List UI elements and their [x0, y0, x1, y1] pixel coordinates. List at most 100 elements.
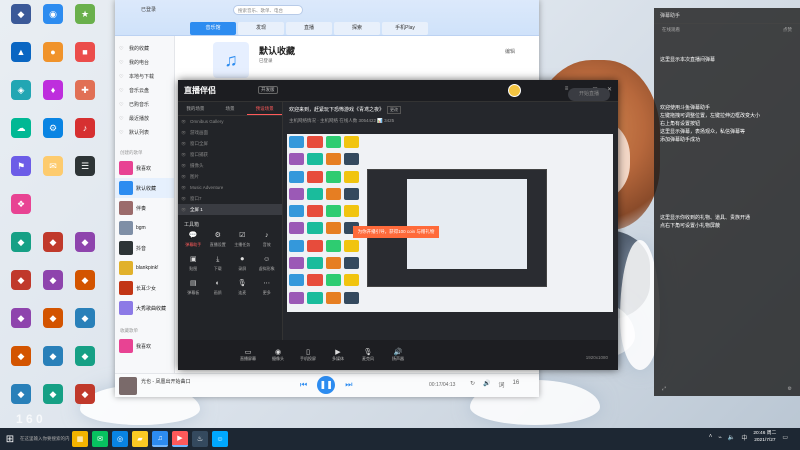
desktop-shortcut[interactable]: ● — [38, 42, 68, 76]
scene-tab[interactable]: 我的场景 — [178, 102, 213, 115]
source-button[interactable]: ▭ 直播屏幕 — [238, 348, 258, 362]
desktop-shortcut[interactable]: ⚙ — [38, 118, 68, 152]
tool-button[interactable]: ▣ 贴图 — [182, 254, 205, 276]
sidebar-item[interactable]: 本地与下载 — [115, 70, 174, 84]
stream-app-icon[interactable]: ▶ — [172, 431, 188, 447]
tool-button[interactable]: ⏺ 录屏 — [231, 254, 254, 276]
volume-icon[interactable]: 🔈 — [728, 434, 735, 441]
chevron-up-icon[interactable]: ˄ — [709, 434, 713, 440]
desktop-shortcut[interactable]: ★ — [70, 4, 100, 38]
desktop-shortcut[interactable]: ◆ — [6, 346, 36, 380]
scene-item[interactable]: 图片 — [178, 171, 282, 182]
edit-title-button[interactable]: 更改 — [387, 106, 402, 114]
source-button[interactable]: ◉ 摄像头 — [268, 348, 288, 362]
tool-button[interactable]: ⋯ 更多 — [256, 278, 279, 300]
playlist-item[interactable]: blankpink! — [115, 258, 174, 278]
desktop-shortcut[interactable]: ◈ — [6, 80, 36, 114]
user-name[interactable]: 已登录 — [141, 6, 156, 13]
desktop-shortcut[interactable]: ♪ — [70, 118, 100, 152]
source-button[interactable]: ▯ 手机投屏 — [298, 348, 318, 362]
desktop-shortcut[interactable]: ◆ — [70, 232, 100, 266]
start-live-button[interactable]: 开始直播 — [568, 88, 610, 101]
steam-icon[interactable]: ♨ — [192, 431, 208, 447]
ime-icon[interactable]: 中 — [741, 433, 747, 442]
next-icon[interactable]: ⏭ — [345, 380, 352, 390]
music-tab[interactable]: 手机Play — [382, 22, 428, 35]
desktop-shortcut[interactable]: ■ — [70, 42, 100, 76]
desktop-shortcut[interactable]: ⚑ — [6, 156, 36, 190]
playlist-item[interactable]: 伴奏 — [115, 198, 174, 218]
source-button[interactable]: 🎙 麦克风 — [358, 348, 378, 362]
desktop-shortcut[interactable]: ❖ — [6, 194, 36, 228]
desktop-shortcut[interactable]: ◆ — [38, 270, 68, 304]
desktop-shortcut[interactable]: ☁ — [6, 118, 36, 152]
music-tab[interactable]: 发现 — [238, 22, 284, 35]
wechat-icon[interactable]: ✉ — [92, 431, 108, 447]
desktop-shortcut[interactable]: ✚ — [70, 80, 100, 114]
search-input[interactable]: 搜索音乐、歌单、电台 — [233, 5, 303, 15]
desktop-shortcut[interactable]: ◆ — [6, 4, 36, 38]
now-playing-title[interactable]: 光也 - 凤凰出开始曲口 — [141, 378, 190, 385]
notification-icon[interactable]: ▭ — [782, 434, 788, 441]
desktop-shortcut[interactable]: ◆ — [6, 308, 36, 342]
playlist-item[interactable]: 默认收藏 — [115, 178, 174, 198]
tool-button[interactable]: ◐ 画质 — [207, 278, 230, 300]
scene-item[interactable]: 全屏 1 — [178, 204, 282, 215]
gear-icon[interactable]: ⚙ — [788, 386, 792, 396]
avatar[interactable] — [508, 84, 521, 97]
expand-icon[interactable]: ⤢ — [662, 386, 666, 396]
desktop-shortcut[interactable]: ◆ — [38, 308, 68, 342]
playlist-item[interactable]: 长耳少女 — [115, 278, 174, 298]
playlist-item[interactable]: 抖音 — [115, 238, 174, 258]
music-tab[interactable]: 探索 — [334, 22, 380, 35]
explorer-icon[interactable]: ▦ — [72, 431, 88, 447]
tool-button[interactable]: ☺ 虚拟形象 — [256, 254, 279, 276]
desktop-shortcut[interactable]: ♦ — [38, 80, 68, 114]
windows-start-icon[interactable]: ⊞ — [0, 428, 20, 450]
sidebar-item[interactable]: 已购音乐 — [115, 98, 174, 112]
edit-button[interactable]: 编辑 — [505, 48, 515, 55]
taskbar-search[interactable]: 在这里输入你要搜索的内容 — [20, 431, 70, 447]
sidebar-item[interactable]: 默认列表 — [115, 126, 174, 140]
desktop-shortcut[interactable]: ◆ — [70, 308, 100, 342]
lyrics-icon[interactable]: 词 — [499, 380, 505, 389]
playlist-item[interactable]: 大秀歌曲收藏 — [115, 298, 174, 318]
scene-item[interactable]: 窗口全屏 — [178, 138, 282, 149]
tool-button[interactable]: ☑ 主播任务 — [231, 230, 254, 252]
desktop-shortcut[interactable]: ◆ — [38, 346, 68, 380]
desktop-shortcut[interactable]: ◆ — [6, 270, 36, 304]
tool-button[interactable]: 💬 弹幕助手 — [182, 230, 205, 252]
loop-icon[interactable]: ↻ — [470, 380, 475, 389]
pause-button[interactable]: ❚❚ — [317, 376, 336, 394]
sidebar-item[interactable]: 我的收藏 — [115, 42, 174, 56]
playlist-count[interactable]: 16 — [513, 380, 520, 389]
scene-item[interactable]: 窗口7 — [178, 193, 282, 204]
scene-tab[interactable]: 场景 — [213, 102, 248, 115]
volume-icon[interactable]: 🔊 — [483, 380, 490, 389]
desktop-shortcut[interactable]: ◆ — [70, 384, 100, 418]
scene-item[interactable]: 摄像头 — [178, 160, 282, 171]
playlist-item[interactable]: bgm — [115, 218, 174, 238]
tool-button[interactable]: ⤓ 下载 — [207, 254, 230, 276]
browser-icon[interactable]: ◎ — [112, 431, 128, 447]
desktop-shortcut[interactable]: ☰ — [70, 156, 100, 190]
playlist-item[interactable]: 我喜欢 — [115, 158, 174, 178]
desktop-shortcut[interactable]: ✉ — [38, 156, 68, 190]
tool-button[interactable]: ▤ 弹幕板 — [182, 278, 205, 300]
music-tab[interactable]: 音乐馆 — [190, 22, 236, 35]
music-app-icon[interactable]: ♫ — [152, 431, 168, 447]
scene-item[interactable]: 窗口捕获 — [178, 149, 282, 160]
now-playing-cover[interactable] — [119, 377, 137, 395]
scene-item[interactable]: 游戏画面 — [178, 127, 282, 138]
desktop-shortcut[interactable]: ◆ — [70, 346, 100, 380]
scene-item[interactable]: Music Adventure — [178, 182, 282, 193]
previous-icon[interactable]: ⏮ — [300, 380, 307, 390]
desktop-shortcut[interactable]: ◆ — [70, 270, 100, 304]
desktop-shortcut[interactable]: ◆ — [38, 232, 68, 266]
scene-tab[interactable]: 预设场景 — [247, 102, 283, 115]
music-tab[interactable]: 直播 — [286, 22, 332, 35]
sidebar-item[interactable]: 最近播放 — [115, 112, 174, 126]
playlist-item[interactable]: 我喜欢 — [115, 336, 174, 356]
tool-button[interactable]: ♪ 音效 — [256, 230, 279, 252]
clock[interactable]: 20:46 周二 2021/7/27 — [753, 430, 776, 444]
